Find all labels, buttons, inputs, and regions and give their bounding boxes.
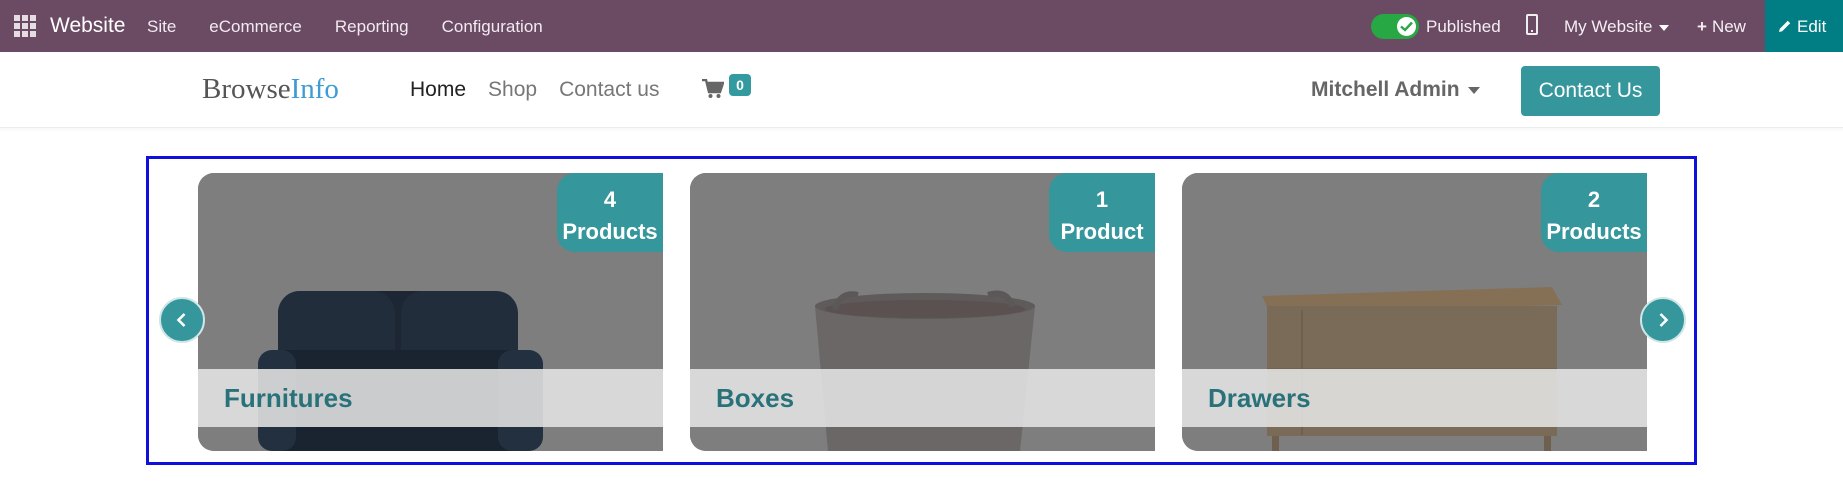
- nav-home[interactable]: Home: [410, 78, 466, 102]
- plus-icon: +: [1697, 17, 1707, 36]
- site-nav: Home Shop Contact us: [410, 78, 659, 102]
- published-toggle[interactable]: [1371, 14, 1419, 39]
- menu-reporting[interactable]: Reporting: [335, 17, 409, 37]
- chevron-down-icon: [1658, 24, 1669, 31]
- admin-navbar: Website Site eCommerce Reporting Configu…: [0, 0, 1843, 52]
- admin-menu: Site eCommerce Reporting Configuration: [147, 17, 543, 37]
- product-count: 4: [603, 187, 617, 212]
- menu-ecommerce[interactable]: eCommerce: [209, 17, 302, 37]
- user-menu[interactable]: Mitchell Admin: [1311, 78, 1480, 102]
- nav-contact-us[interactable]: Contact us: [559, 78, 659, 102]
- website-switcher[interactable]: My Website: [1564, 17, 1669, 37]
- product-count-badge: 2 Products: [1541, 173, 1647, 252]
- cart-count-badge: 0: [729, 74, 751, 96]
- edit-button[interactable]: Edit: [1765, 0, 1843, 52]
- logo-part2: Info: [290, 73, 339, 105]
- category-card-boxes[interactable]: 1 Product Boxes: [690, 173, 1155, 451]
- new-button-label: New: [1711, 17, 1746, 36]
- category-card-furnitures[interactable]: 4 Products Furnitures: [198, 173, 663, 451]
- product-count-badge: 1 Product: [1049, 173, 1155, 252]
- menu-configuration[interactable]: Configuration: [442, 17, 543, 37]
- category-label-strip: Furnitures: [198, 369, 663, 427]
- category-carousel: 4 Products Furnitures 1 Product Boxes 2 …: [146, 156, 1697, 465]
- cart-icon[interactable]: [702, 78, 725, 104]
- edit-button-label: Edit: [1797, 17, 1827, 36]
- user-name: Mitchell Admin: [1311, 78, 1460, 101]
- carousel-next-button[interactable]: [1640, 297, 1686, 343]
- category-card-drawers[interactable]: 2 Products Drawers: [1182, 173, 1647, 451]
- product-count-badge: 4 Products: [557, 173, 663, 252]
- toggle-knob: [1397, 17, 1416, 36]
- category-name: Drawers: [1208, 383, 1311, 413]
- category-label-strip: Boxes: [690, 369, 1155, 427]
- carousel-prev-button[interactable]: [159, 297, 205, 343]
- new-button[interactable]: + New: [1697, 17, 1746, 37]
- chevron-down-icon: [1467, 86, 1480, 94]
- category-label-strip: Drawers: [1182, 369, 1647, 427]
- product-count-unit: Product: [1060, 219, 1144, 244]
- product-count: 2: [1587, 187, 1601, 212]
- chevron-left-icon: [176, 313, 186, 327]
- product-count-unit: Products: [562, 219, 658, 244]
- website-switcher-label: My Website: [1564, 17, 1653, 36]
- contact-us-button[interactable]: Contact Us: [1521, 66, 1660, 116]
- website-header: BrowseInfo Home Shop Contact us 0 Mitche…: [0, 52, 1843, 128]
- product-count-unit: Products: [1546, 219, 1642, 244]
- category-name: Boxes: [716, 383, 795, 413]
- menu-site[interactable]: Site: [147, 17, 176, 37]
- check-icon: [1400, 21, 1413, 32]
- site-logo[interactable]: BrowseInfo: [202, 73, 339, 106]
- category-name: Furnitures: [224, 383, 353, 413]
- apps-grid-icon[interactable]: [14, 15, 36, 37]
- app-title[interactable]: Website: [50, 14, 125, 38]
- published-label[interactable]: Published: [1426, 17, 1501, 37]
- logo-part1: Browse: [202, 73, 291, 105]
- pencil-icon: [1779, 20, 1791, 32]
- chevron-right-icon: [1659, 313, 1669, 327]
- product-count: 1: [1095, 187, 1109, 212]
- nav-shop[interactable]: Shop: [488, 78, 537, 102]
- mobile-preview-icon[interactable]: [1526, 14, 1538, 35]
